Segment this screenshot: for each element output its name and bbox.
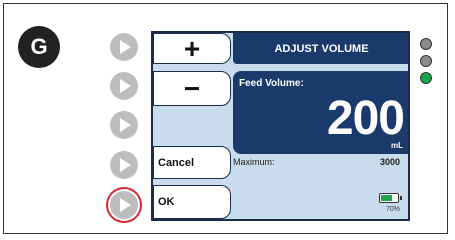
side-button-2[interactable] (110, 72, 138, 100)
status-light-bottom (420, 72, 432, 84)
side-button-3[interactable] (110, 111, 138, 139)
cancel-label: Cancel (158, 156, 195, 169)
device-screen: + − Cancel OK ADJUST VOLUME Feed Volume:… (151, 31, 410, 221)
feed-volume-label: Feed Volume: (239, 78, 304, 89)
feed-volume-unit: mL (391, 141, 403, 150)
battery-percent: 70% (385, 206, 400, 213)
feed-volume-value: 200 (326, 92, 405, 145)
status-light-middle (420, 55, 432, 67)
side-button-4[interactable] (110, 151, 138, 179)
side-button-1[interactable] (110, 33, 138, 61)
step-badge: G (18, 26, 60, 68)
ok-button[interactable]: OK (153, 185, 231, 219)
minus-icon: − (183, 72, 201, 104)
cancel-button[interactable]: Cancel (153, 146, 231, 179)
battery-level-fill (381, 195, 392, 201)
decrease-button[interactable]: − (153, 71, 231, 106)
feed-volume-panel: Feed Volume: 200 mL (233, 71, 408, 154)
status-light-top (420, 38, 432, 50)
battery-icon (379, 193, 402, 203)
screen-title: ADJUST VOLUME (233, 33, 408, 64)
plus-icon: + (183, 32, 201, 64)
side-button-5-ok[interactable] (110, 191, 138, 219)
ok-label: OK (158, 196, 175, 208)
maximum-label: Maximum: (233, 157, 275, 167)
increase-button[interactable]: + (153, 33, 231, 64)
maximum-value: 3000 (379, 157, 400, 167)
